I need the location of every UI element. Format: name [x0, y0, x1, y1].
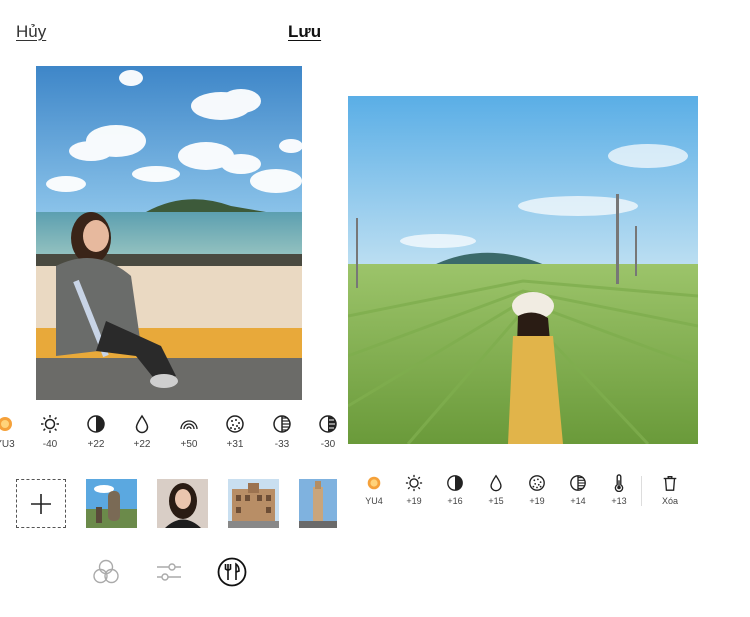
thumbnail-portrait[interactable] — [157, 479, 208, 528]
adjust-value: YU3 — [0, 439, 15, 450]
grain-adjust[interactable]: +19 — [519, 474, 555, 506]
filter-sun-icon — [0, 417, 12, 431]
adjust-value: +14 — [570, 496, 586, 506]
brightness-icon — [405, 474, 423, 492]
plus-icon — [31, 493, 51, 514]
adjust-value: +31 — [226, 439, 244, 450]
adjust-value: +22 — [87, 439, 105, 450]
brightness-adjust[interactable]: -40 — [30, 414, 70, 450]
brightness-adjust[interactable]: +19 — [396, 474, 432, 506]
adjust-sliders-icon[interactable] — [153, 556, 185, 588]
grain-adjust[interactable]: +31 — [215, 414, 255, 450]
adjust-value: +19 — [529, 496, 545, 506]
cancel-button[interactable]: Hủy — [16, 22, 46, 42]
filter-sun-icon — [367, 476, 381, 490]
saturation-adjust[interactable]: +15 — [478, 474, 514, 506]
adjust-value: YU4 — [365, 496, 383, 506]
left-adjustment-strip: YU3 -40 +22 +22 +50 +31 -33 -30 — [0, 414, 340, 454]
thumbnail-tower[interactable] — [299, 479, 337, 528]
highlight-icon — [319, 415, 337, 433]
contrast-icon — [447, 475, 463, 491]
right-adjustment-strip: YU4 +19 +16 +15 +19 +14 +13 Xóa — [356, 474, 696, 514]
thumbnail-statue[interactable] — [86, 479, 137, 528]
filter-adjust[interactable]: YU4 — [356, 474, 392, 506]
temperature-adjust[interactable]: +13 — [601, 474, 637, 506]
save-button[interactable]: Lưu — [288, 22, 321, 42]
thumbnail-building[interactable] — [228, 479, 279, 528]
adjust-value: +16 — [447, 496, 463, 506]
adjust-value: -33 — [274, 439, 290, 450]
adjust-value: +22 — [133, 439, 151, 450]
rainbow-icon — [180, 420, 198, 430]
adjust-value: +19 — [406, 496, 422, 506]
shadow-icon — [570, 475, 586, 491]
shadow-adjust[interactable]: -33 — [262, 414, 302, 450]
saturation-adjust[interactable]: +22 — [122, 414, 162, 450]
contrast-adjust[interactable]: +16 — [437, 474, 473, 506]
saturation-drop-icon — [135, 414, 149, 434]
contrast-adjust[interactable]: +22 — [76, 414, 116, 450]
highlight-adjust[interactable]: -30 — [308, 414, 340, 450]
adjust-value: -30 — [320, 439, 336, 450]
beach-photo — [36, 66, 302, 400]
add-photo-button[interactable] — [16, 479, 66, 528]
saturation-drop-icon — [490, 474, 502, 492]
adjust-value: +13 — [611, 496, 627, 506]
grain-icon — [226, 415, 244, 433]
trash-icon — [663, 476, 677, 491]
temperature-icon — [614, 474, 624, 492]
delete-label: Xóa — [661, 496, 678, 506]
filter-adjust[interactable]: YU3 — [0, 414, 25, 450]
delete-button[interactable]: Xóa — [652, 474, 688, 506]
recipe-icon[interactable] — [216, 556, 248, 588]
divider — [641, 476, 642, 506]
brightness-icon — [41, 415, 59, 433]
grain-icon — [529, 475, 545, 491]
tea-field-photo — [348, 96, 698, 444]
rainbow-adjust[interactable]: +50 — [169, 414, 209, 450]
adjust-value: +50 — [180, 439, 198, 450]
shadow-adjust[interactable]: +14 — [560, 474, 596, 506]
adjust-value: +15 — [488, 496, 504, 506]
adjust-value: -40 — [42, 439, 58, 450]
contrast-icon — [87, 415, 105, 433]
shadow-icon — [273, 415, 291, 433]
filters-icon[interactable] — [90, 556, 122, 588]
